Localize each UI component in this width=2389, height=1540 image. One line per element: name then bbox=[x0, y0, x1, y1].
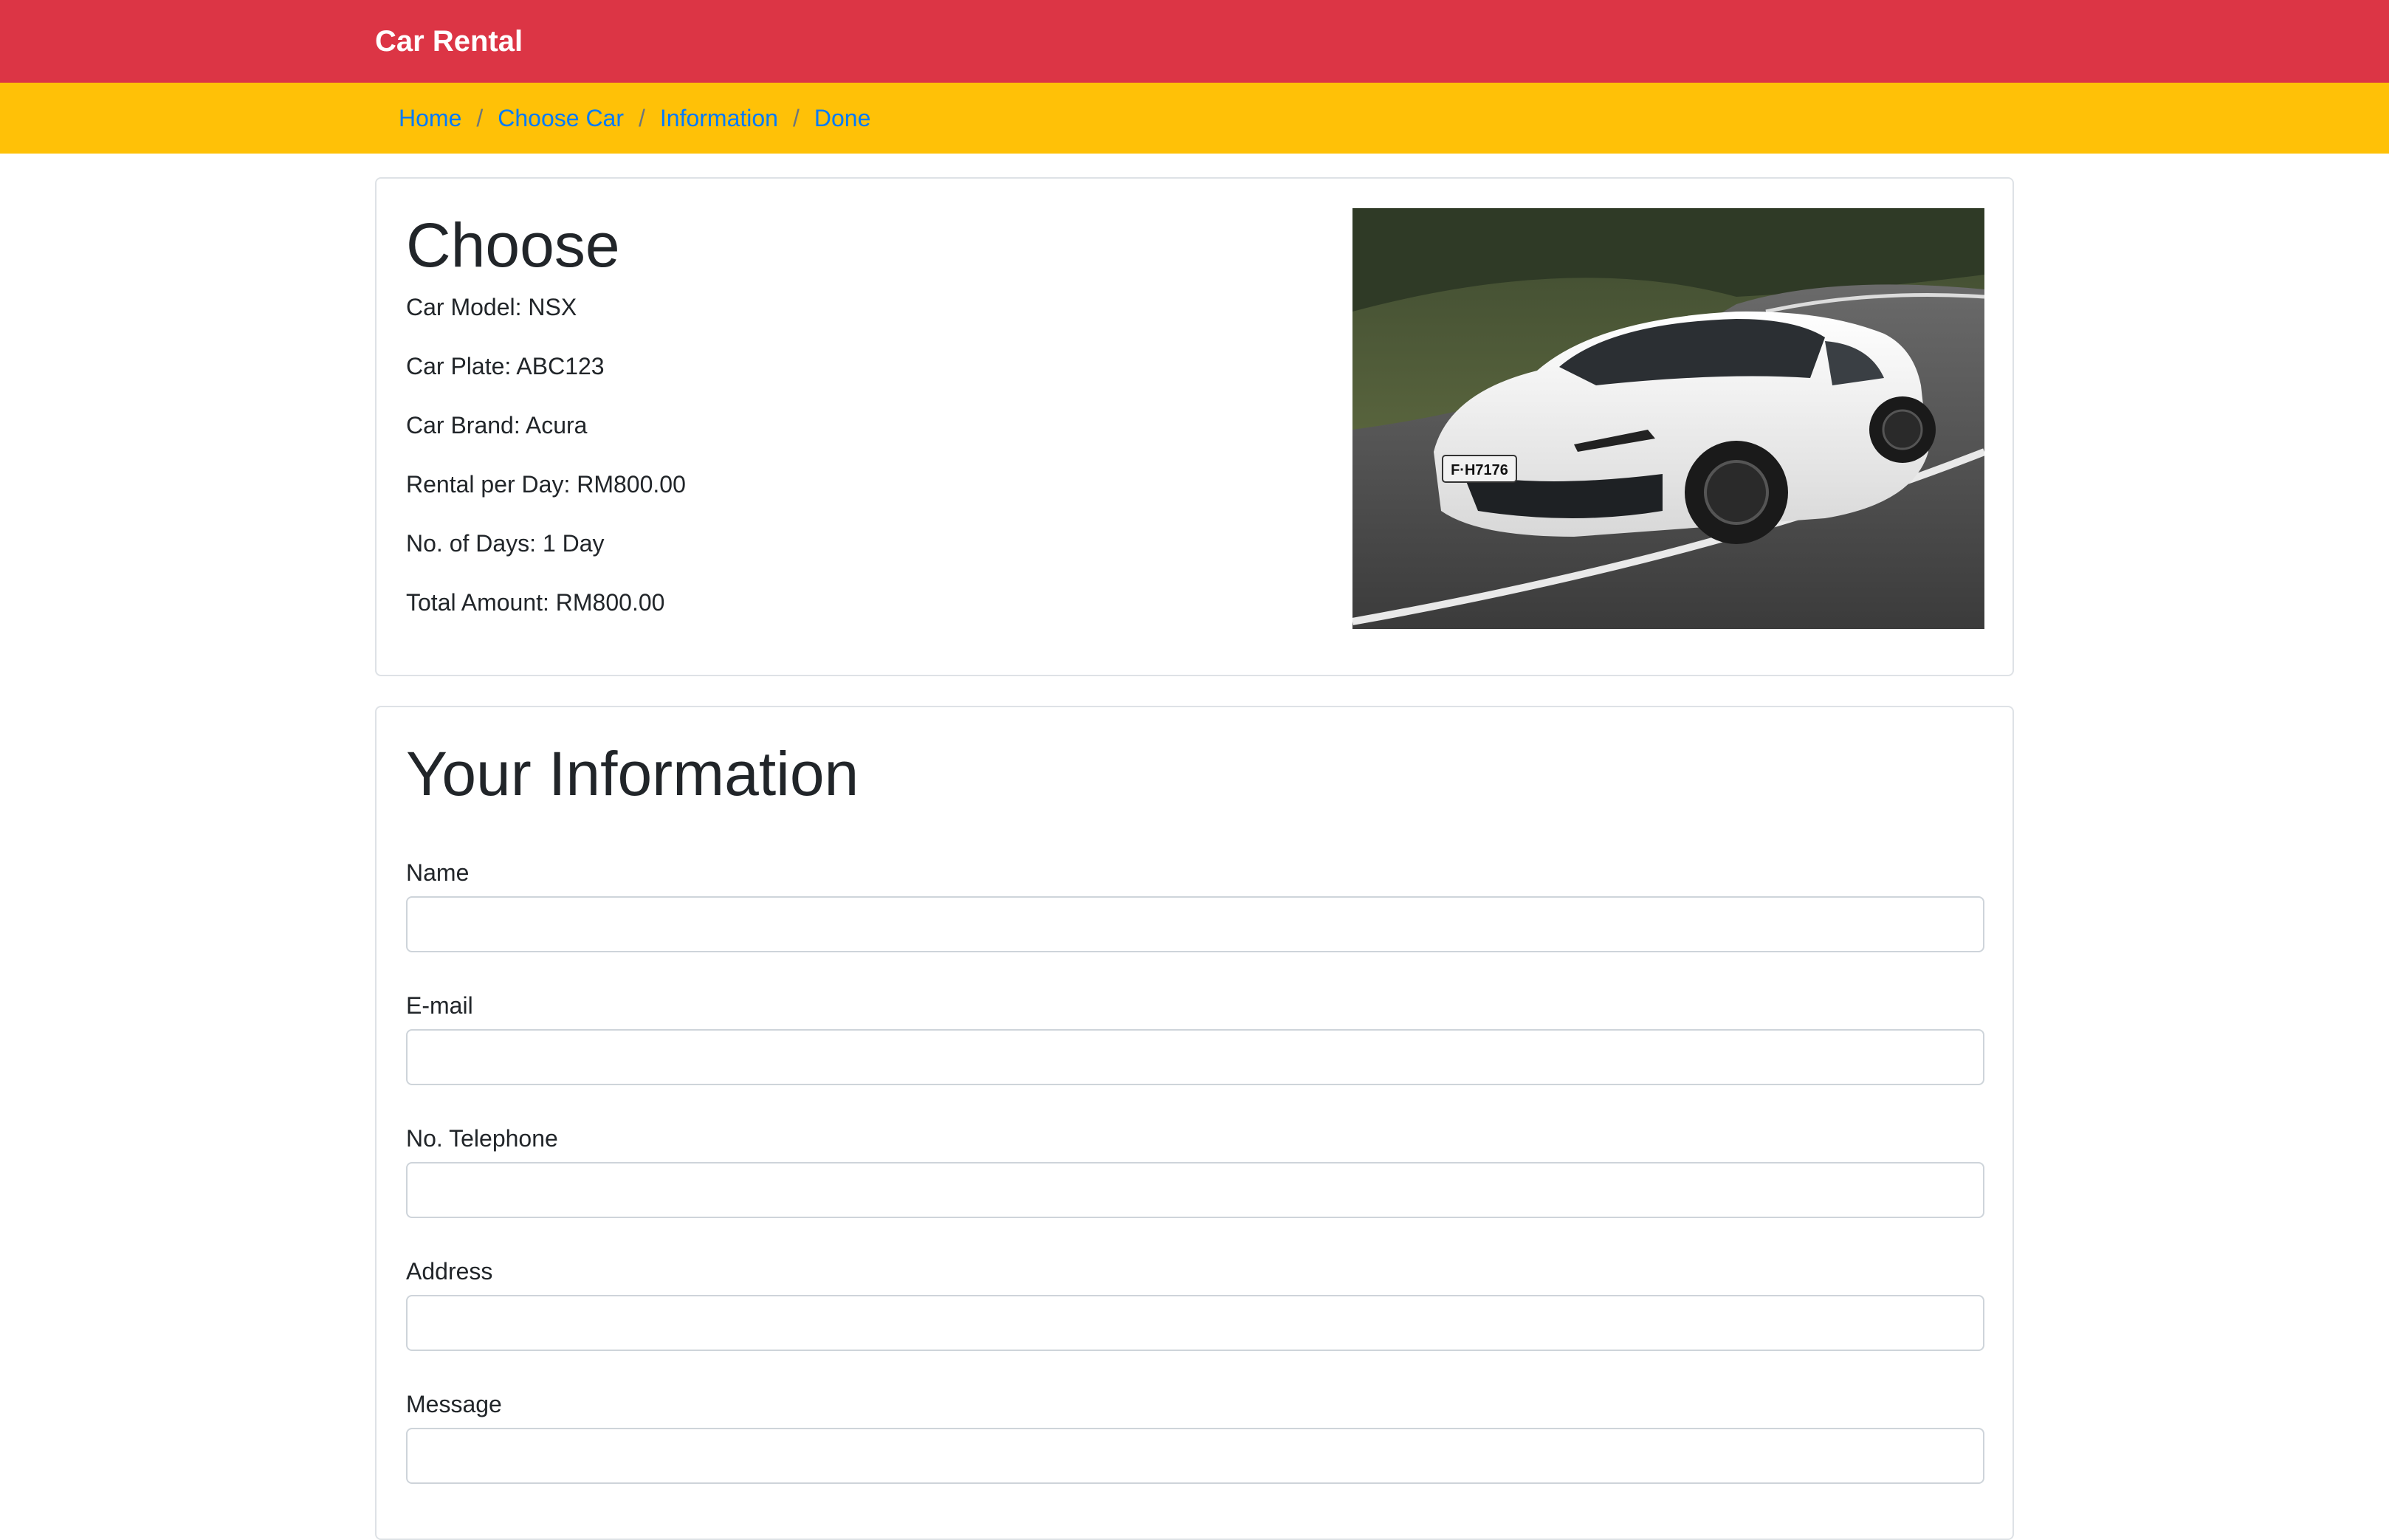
breadcrumb-home[interactable]: Home bbox=[399, 100, 461, 136]
car-model-text: Car Model: NSX bbox=[406, 294, 577, 320]
breadcrumb-separator: / bbox=[476, 105, 484, 131]
message-label: Message bbox=[406, 1391, 502, 1417]
top-navbar: Car Rental bbox=[0, 0, 2389, 83]
breadcrumb-separator: / bbox=[792, 105, 800, 131]
address-label: Address bbox=[406, 1258, 493, 1285]
message-input[interactable] bbox=[406, 1428, 1984, 1484]
breadcrumb-information[interactable]: Information bbox=[660, 100, 778, 136]
email-label: E-mail bbox=[406, 992, 473, 1019]
form-title: Your Information bbox=[406, 739, 859, 808]
breadcrumb-done[interactable]: Done bbox=[814, 100, 871, 136]
license-plate-text: F·H7176 bbox=[1451, 462, 1508, 478]
address-input[interactable] bbox=[406, 1295, 1984, 1351]
breadcrumb-choose-car[interactable]: Choose Car bbox=[498, 100, 624, 136]
brand-link[interactable]: Car Rental bbox=[375, 22, 523, 61]
number-of-days-text: No. of Days: 1 Day bbox=[406, 530, 605, 557]
rental-per-day-text: Rental per Day: RM800.00 bbox=[406, 471, 686, 498]
rental-details: Car Model: NSX Car Plate: ABC123 Car Bra… bbox=[406, 289, 686, 644]
telephone-input[interactable] bbox=[406, 1162, 1984, 1218]
car-image: F·H7176 bbox=[1352, 208, 1984, 629]
breadcrumb: Home / Choose Car / Information / Done bbox=[399, 100, 870, 136]
email-input[interactable] bbox=[406, 1029, 1984, 1085]
summary-title: Choose bbox=[406, 210, 620, 280]
car-plate-text: Car Plate: ABC123 bbox=[406, 353, 605, 379]
car-brand-text: Car Brand: Acura bbox=[406, 412, 588, 439]
breadcrumb-bar: Home / Choose Car / Information / Done bbox=[0, 83, 2389, 154]
rental-summary-card: Choose Car Model: NSX Car Plate: ABC123 … bbox=[375, 177, 2014, 676]
name-label: Name bbox=[406, 859, 470, 886]
telephone-label: No. Telephone bbox=[406, 1125, 558, 1152]
your-information-card: Your Information Name E-mail No. Telepho… bbox=[375, 706, 2014, 1540]
total-amount-text: Total Amount: RM800.00 bbox=[406, 589, 665, 616]
name-input[interactable] bbox=[406, 896, 1984, 952]
breadcrumb-separator: / bbox=[639, 105, 645, 131]
